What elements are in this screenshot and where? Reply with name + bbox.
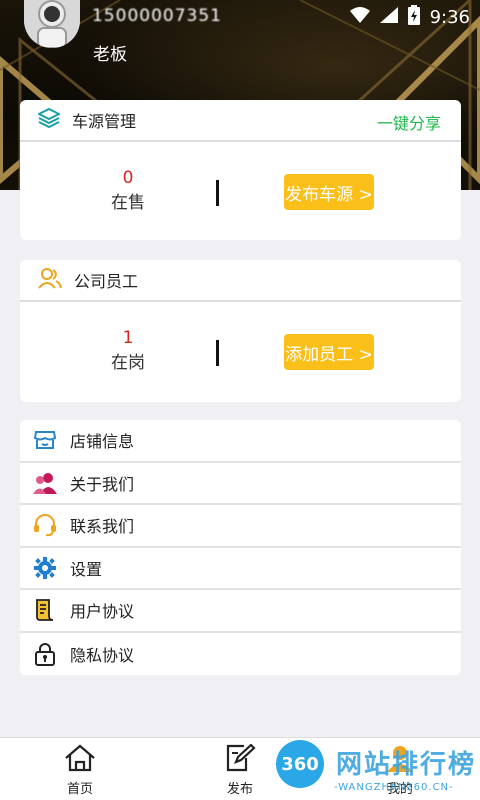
on-duty-label: 在岗 xyxy=(111,353,145,373)
divider xyxy=(216,180,219,206)
tab-label: 首页 xyxy=(66,782,93,797)
signal-icon xyxy=(379,7,398,27)
menu-item-user-agreement[interactable]: 用户协议 xyxy=(20,590,461,633)
share-button[interactable]: 一键分享 xyxy=(377,110,441,134)
staff-icon xyxy=(38,267,62,293)
menu-item-contact-us[interactable]: 联系我们 xyxy=(20,505,461,548)
on-sale-count: 0 xyxy=(122,168,134,188)
on-duty-count: 1 xyxy=(122,328,134,348)
gear-icon xyxy=(32,555,58,581)
watermark: 360 网站排行榜 -WANGZHAN360.CN- xyxy=(272,738,480,800)
home-icon xyxy=(64,744,96,776)
lock-icon xyxy=(32,641,58,667)
on-sale-label: 在售 xyxy=(111,193,145,213)
watermark-subtitle: -WANGZHAN360.CN- xyxy=(334,782,454,793)
watermark-badge: 360 xyxy=(276,740,324,788)
publish-vehicle-button[interactable]: 发布车源 > xyxy=(284,174,374,210)
status-icons: 9:36 xyxy=(349,5,470,29)
tab-home[interactable]: 首页 xyxy=(40,744,120,797)
tab-publish[interactable]: 发布 xyxy=(200,743,280,797)
battery-icon xyxy=(407,5,420,29)
vehicle-card-title: 车源管理 xyxy=(72,112,137,131)
menu-label: 店铺信息 xyxy=(70,432,135,452)
watermark-title: 网站排行榜 xyxy=(336,750,477,780)
status-time: 9:36 xyxy=(429,6,470,28)
store-icon xyxy=(32,427,58,453)
menu-label: 隐私协议 xyxy=(70,645,135,665)
menu-item-about-us[interactable]: 关于我们 xyxy=(20,463,461,505)
status-phone: 15000007351 xyxy=(92,6,222,26)
divider xyxy=(216,340,219,366)
vehicle-card-header: 车源管理 一键分享 xyxy=(20,100,461,142)
edit-icon xyxy=(224,743,256,776)
wifi-icon xyxy=(349,7,370,27)
menu-item-store-info[interactable]: 店铺信息 xyxy=(20,420,461,463)
vehicle-card-body: 0 在售 发布车源 > xyxy=(20,142,461,240)
menu-label: 联系我们 xyxy=(70,517,135,537)
tab-label: 发布 xyxy=(226,782,253,797)
menu-label: 设置 xyxy=(70,559,103,579)
company-staff-card: 公司员工 1 在岗 添加员工 > xyxy=(20,260,461,402)
document-icon xyxy=(32,597,58,623)
add-staff-button[interactable]: 添加员工 > xyxy=(284,334,374,370)
headset-icon xyxy=(32,512,58,538)
on-sale-stat[interactable]: 0 在售 xyxy=(68,166,188,216)
staff-card-body: 1 在岗 添加员工 > xyxy=(20,302,461,402)
on-duty-stat[interactable]: 1 在岗 xyxy=(68,326,188,376)
menu-item-settings[interactable]: 设置 xyxy=(20,548,461,590)
vehicle-management-card: 车源管理 一键分享 0 在售 发布车源 > xyxy=(20,100,461,240)
staff-card-title: 公司员工 xyxy=(74,272,139,291)
layers-icon xyxy=(36,107,62,133)
users-icon xyxy=(32,470,58,496)
settings-menu: 店铺信息 关于我们 联系我们 设置 用户协议 隐私协议 xyxy=(20,420,461,675)
menu-item-privacy-policy[interactable]: 隐私协议 xyxy=(20,633,461,676)
username: 老板 xyxy=(93,45,127,65)
staff-card-header: 公司员工 xyxy=(20,260,461,302)
menu-label: 用户协议 xyxy=(70,602,135,622)
menu-label: 关于我们 xyxy=(70,474,135,494)
